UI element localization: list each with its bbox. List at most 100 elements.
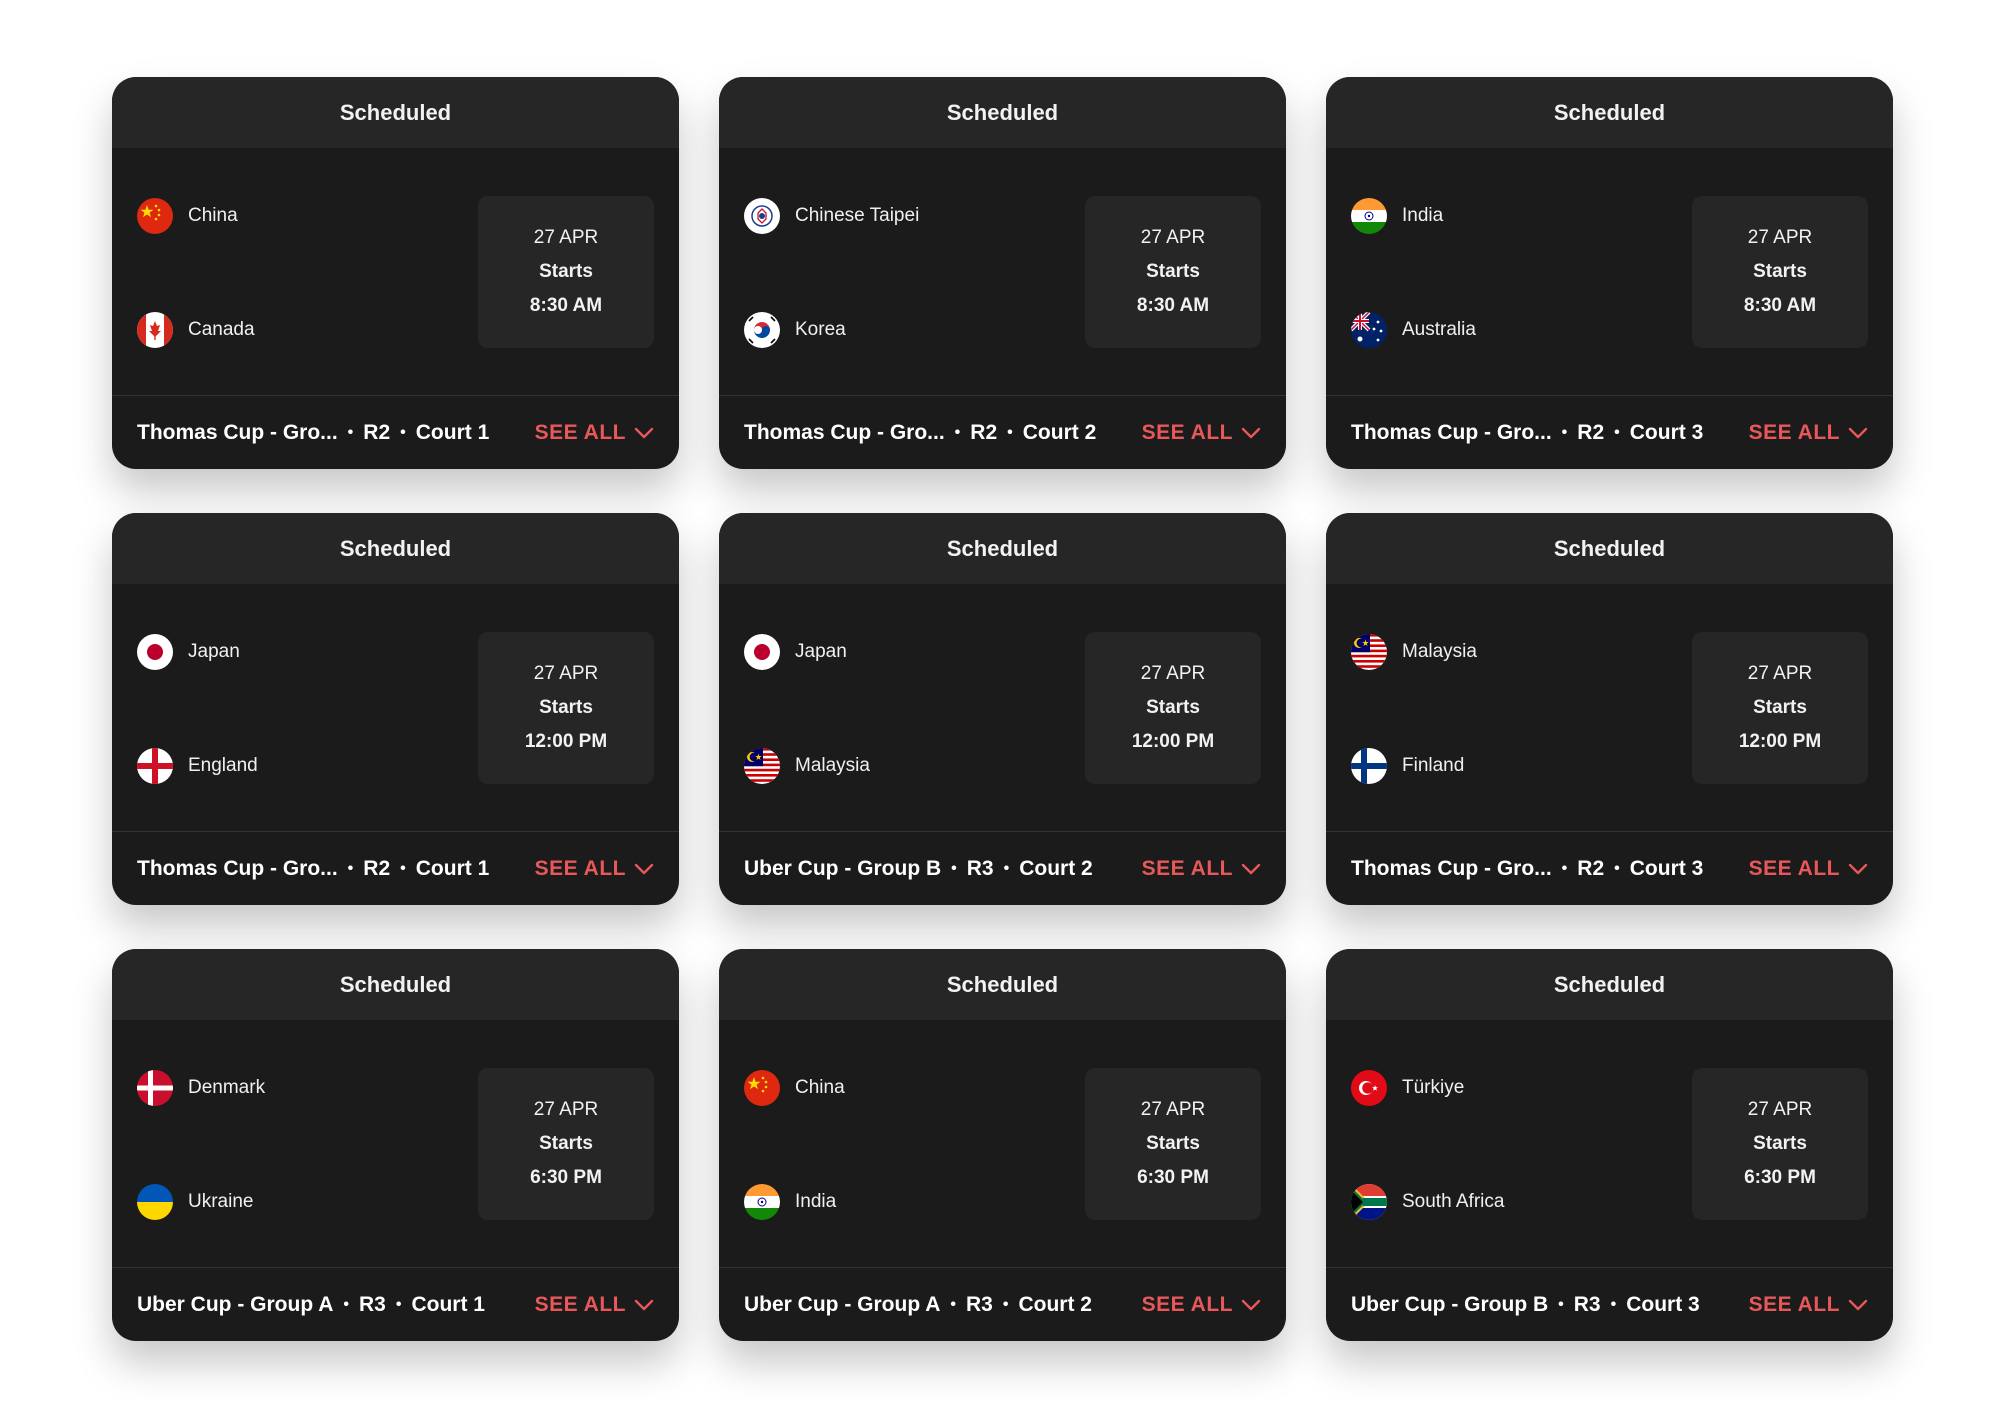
separator-dot: • [1561,859,1568,877]
team-2[interactable]: Australia [1351,312,1476,348]
separator-dot: • [1614,859,1620,877]
match-start-time: 12:00 PM [524,731,608,752]
match-status: Scheduled [946,535,1059,561]
team-2-name: England [188,755,258,776]
team-2[interactable]: Finland [1351,748,1464,784]
event-name: Thomas Cup - Gro... [137,856,338,880]
team-2-name: Ukraine [188,1191,254,1212]
match-start-time: 12:00 PM [1738,731,1822,752]
separator-dot: • [343,1295,349,1313]
malaysia-flag-icon [744,748,780,784]
match-body: Japan Malaysia 27 APR Starts 12:00 PM [719,584,1286,832]
match-card[interactable]: Scheduled Denmark Ukraine 27 APR Starts … [112,949,679,1341]
team-1[interactable]: India [1351,198,1443,234]
team-1[interactable]: Türkiye [1351,1070,1464,1106]
denmark-flag-icon [137,1070,173,1106]
see-all-button[interactable]: SEE ALL [1142,857,1261,881]
event-name: Uber Cup - Group A [744,1292,941,1316]
team-1[interactable]: Japan [744,634,847,670]
court-label: Court 1 [415,856,490,880]
match-footer: Uber Cup - Group A • R3 • Court 1 SEE AL… [112,1268,679,1341]
see-all-button[interactable]: SEE ALL [535,1293,654,1317]
team-1-name: Türkiye [1402,1077,1465,1098]
chevron-down-icon [1848,1299,1868,1310]
event-name: Thomas Cup - Gro... [744,420,945,444]
match-card[interactable]: Scheduled Malaysia Finland 27 APR Starts… [1326,513,1893,905]
match-time-box: 27 APR Starts 8:30 AM [1692,196,1868,348]
match-card[interactable]: Scheduled China Canada 27 APR Starts 8:3… [112,77,679,469]
team-1[interactable]: China [744,1070,845,1106]
team-1[interactable]: Denmark [137,1070,265,1106]
round-label: R2 [970,420,998,444]
match-status: Scheduled [339,99,452,125]
separator-dot: • [1558,1295,1564,1313]
match-status: Scheduled [946,99,1059,125]
match-info: Thomas Cup - Gro... • R2 • Court 1 [137,857,535,881]
chevron-down-icon [634,863,654,874]
team-2[interactable]: Malaysia [744,748,870,784]
match-status-header: Scheduled [112,949,679,1020]
match-starts-label: Starts [1146,697,1200,718]
match-card[interactable]: Scheduled India Australia 27 APR Starts … [1326,77,1893,469]
match-info: Uber Cup - Group B • R3 • Court 2 [744,857,1142,881]
south-africa-flag-icon [1351,1184,1387,1220]
team-1[interactable]: China [137,198,238,234]
match-start-time: 8:30 AM [1136,295,1210,316]
see-all-button[interactable]: SEE ALL [1749,857,1868,881]
team-1[interactable]: Chinese Taipei [744,198,919,234]
match-card[interactable]: Scheduled Japan England 27 APR Starts 12… [112,513,679,905]
round-label: R3 [966,856,994,880]
match-footer: Uber Cup - Group A • R3 • Court 2 SEE AL… [719,1268,1286,1341]
match-body: Türkiye South Africa 27 APR Starts 6:30 … [1326,1020,1893,1268]
chevron-down-icon [634,427,654,438]
match-body: India Australia 27 APR Starts 8:30 AM [1326,148,1893,396]
match-time-box: 27 APR Starts 6:30 PM [478,1068,654,1220]
team-2[interactable]: Korea [744,312,846,348]
see-all-button[interactable]: SEE ALL [1142,1293,1261,1317]
court-label: Court 3 [1626,1292,1700,1316]
see-all-label: SEE ALL [1748,420,1840,444]
match-grid: Scheduled China Canada 27 APR Starts 8:3… [112,77,1893,1341]
match-time-box: 27 APR Starts 12:00 PM [1692,632,1868,784]
see-all-button[interactable]: SEE ALL [1749,1293,1868,1317]
round-label: R2 [1577,856,1605,880]
match-card[interactable]: Scheduled Japan Malaysia 27 APR Starts 1… [719,513,1286,905]
match-status: Scheduled [339,535,452,561]
match-card[interactable]: Scheduled China India 27 APR Starts 6:30… [719,949,1286,1341]
team-2[interactable]: India [744,1184,836,1220]
team-1[interactable]: Japan [137,634,240,670]
match-start-time: 8:30 AM [1743,295,1817,316]
match-date: 27 APR [1140,663,1206,684]
match-body: China India 27 APR Starts 6:30 PM [719,1020,1286,1268]
team-2[interactable]: Ukraine [137,1184,253,1220]
match-start-time: 6:30 PM [530,1167,602,1188]
separator-dot: • [400,423,406,441]
match-start-time: 8:30 AM [529,295,603,316]
india-flag-icon [744,1184,780,1220]
see-all-button[interactable]: SEE ALL [535,857,654,881]
match-footer: Uber Cup - Group B • R3 • Court 3 SEE AL… [1326,1268,1893,1341]
match-card[interactable]: Scheduled Türkiye South Africa 27 APR St… [1326,949,1893,1341]
team-2[interactable]: Canada [137,312,255,348]
event-name: Uber Cup - Group B [1351,1292,1549,1316]
team-2[interactable]: England [137,748,258,784]
separator-dot: • [395,1295,402,1313]
separator-dot: • [1610,1295,1617,1313]
separator-dot: • [951,859,957,877]
match-card[interactable]: Scheduled Chinese Taipei Korea 27 APR St… [719,77,1286,469]
see-all-button[interactable]: SEE ALL [1749,421,1868,445]
team-2[interactable]: South Africa [1351,1184,1504,1220]
court-label: Court 1 [415,420,490,444]
separator-dot: • [1003,859,1010,877]
match-starts-label: Starts [539,697,593,718]
see-all-button[interactable]: SEE ALL [535,421,654,445]
match-time-box: 27 APR Starts 8:30 AM [478,196,654,348]
event-name: Thomas Cup - Gro... [1351,420,1552,444]
match-date: 27 APR [533,663,599,684]
event-name: Thomas Cup - Gro... [137,420,338,444]
see-all-button[interactable]: SEE ALL [1142,421,1261,445]
team-2-name: Canada [188,319,255,340]
match-starts-label: Starts [1146,261,1200,282]
team-1[interactable]: Malaysia [1351,634,1477,670]
chevron-down-icon [1241,1299,1261,1310]
